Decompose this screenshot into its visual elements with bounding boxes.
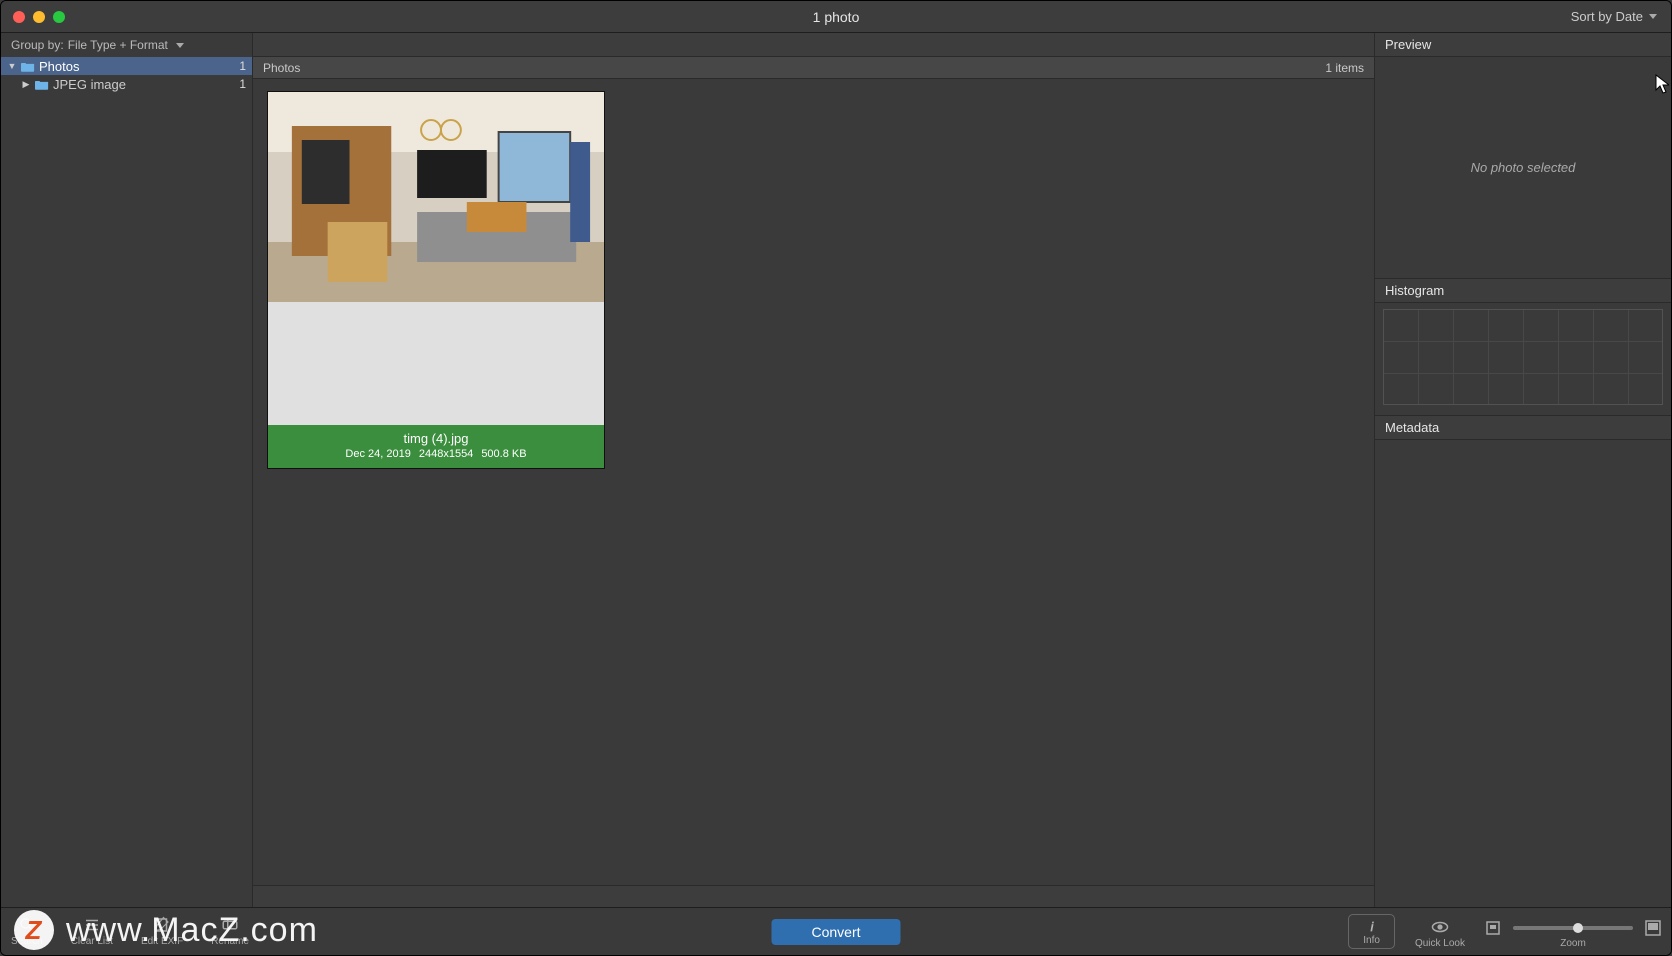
- sidebar: Group by: File Type + Format ▼ Photos 1 …: [1, 33, 253, 907]
- thumbnail-caption: timg (4).jpg Dec 24, 2019 2448x1554 500.…: [268, 425, 604, 468]
- histogram-panel-title: Histogram: [1375, 279, 1671, 303]
- group-by-value: File Type + Format: [68, 38, 168, 52]
- tool-label: Search: [11, 936, 43, 947]
- metadata-panel: [1375, 440, 1671, 907]
- quick-look-tool[interactable]: Quick Look: [1415, 918, 1465, 949]
- metadata-panel-title: Metadata: [1375, 416, 1671, 440]
- info-icon: i: [1364, 919, 1380, 935]
- thumbnail-filesize: 500.8 KB: [481, 448, 526, 460]
- folder-icon: [21, 61, 35, 72]
- tree-row-label: Photos: [39, 59, 239, 74]
- section-label: Photos: [263, 61, 300, 75]
- zoom-large-icon[interactable]: [1645, 920, 1661, 936]
- thumbnail-padding: [268, 302, 604, 425]
- tool-label: Clear List: [71, 936, 113, 947]
- preview-empty-state: No photo selected: [1375, 57, 1671, 279]
- rename-tool[interactable]: Rename: [211, 916, 249, 947]
- disclosure-triangle-icon[interactable]: ▼: [7, 61, 17, 71]
- rename-icon: [219, 916, 241, 934]
- thumbnail-date: Dec 24, 2019: [345, 448, 410, 460]
- content-area: Photos 1 items: [253, 33, 1375, 907]
- tool-label: Edit EXIF: [141, 936, 183, 947]
- bottom-toolbar: Search Clear List Edit EXIF Rename Conve…: [1, 907, 1671, 955]
- tree-row-photos[interactable]: ▼ Photos 1: [1, 57, 252, 75]
- preview-panel-title: Preview: [1375, 33, 1671, 57]
- folder-tree: ▼ Photos 1 ▶ JPEG image 1: [1, 57, 252, 907]
- close-button[interactable]: [13, 11, 25, 23]
- chevron-down-icon: [176, 43, 184, 48]
- window-controls: [1, 11, 65, 23]
- histogram-panel: [1375, 303, 1671, 416]
- content-footer: [253, 885, 1374, 907]
- clear-list-tool[interactable]: Clear List: [71, 916, 113, 947]
- svg-text:i: i: [1370, 920, 1373, 934]
- tree-row-count: 1: [239, 59, 246, 73]
- main-body: Group by: File Type + Format ▼ Photos 1 …: [1, 33, 1671, 907]
- tool-label: Rename: [211, 936, 249, 947]
- search-icon: [16, 916, 38, 934]
- sort-by-label: Sort by Date: [1571, 9, 1643, 24]
- histogram-grid: [1383, 309, 1663, 405]
- photo-image: [268, 92, 604, 302]
- right-tool-group: i Info Quick Look Zoom: [1348, 914, 1661, 949]
- list-icon: [81, 916, 103, 934]
- inspector: Preview No photo selected Histogram Meta…: [1375, 33, 1671, 907]
- tool-label: Info: [1363, 935, 1380, 946]
- left-tool-group: Search Clear List Edit EXIF Rename: [11, 916, 249, 947]
- content-header: [253, 33, 1374, 57]
- titlebar: 1 photo Sort by Date: [1, 1, 1671, 33]
- section-header: Photos 1 items: [253, 57, 1374, 79]
- minimize-button[interactable]: [33, 11, 45, 23]
- slider-knob[interactable]: [1573, 923, 1583, 933]
- group-by-prefix: Group by:: [11, 38, 64, 52]
- group-by-dropdown[interactable]: Group by: File Type + Format: [1, 33, 252, 57]
- disclosure-triangle-icon[interactable]: ▶: [21, 79, 31, 90]
- edit-exif-tool[interactable]: Edit EXIF: [141, 916, 183, 947]
- sort-by-dropdown[interactable]: Sort by Date: [1571, 9, 1671, 24]
- thumbnail-grid[interactable]: timg (4).jpg Dec 24, 2019 2448x1554 500.…: [253, 79, 1374, 885]
- edit-icon: [151, 916, 173, 934]
- zoom-slider[interactable]: [1513, 926, 1633, 930]
- tool-label: Quick Look: [1415, 938, 1465, 949]
- eye-icon: [1429, 918, 1451, 936]
- tree-row-jpeg[interactable]: ▶ JPEG image 1: [1, 75, 252, 93]
- thumbnail-dimensions: 2448x1554: [419, 448, 473, 460]
- app-window: 1 photo Sort by Date Group by: File Type…: [0, 0, 1672, 956]
- tree-row-label: JPEG image: [53, 77, 239, 92]
- zoom-small-icon[interactable]: [1485, 920, 1501, 936]
- tree-row-count: 1: [239, 77, 246, 91]
- window-title: 1 photo: [813, 9, 860, 25]
- tool-label: Zoom: [1560, 938, 1586, 949]
- zoom-control: Zoom: [1485, 920, 1661, 949]
- info-tool[interactable]: i Info: [1348, 914, 1395, 949]
- zoom-button[interactable]: [53, 11, 65, 23]
- photo-thumbnail[interactable]: timg (4).jpg Dec 24, 2019 2448x1554 500.…: [267, 91, 605, 469]
- search-tool[interactable]: Search: [11, 916, 43, 947]
- section-item-count: 1 items: [1325, 61, 1364, 75]
- thumbnail-filename: timg (4).jpg: [272, 431, 600, 446]
- chevron-down-icon: [1649, 14, 1657, 19]
- folder-icon: [35, 79, 49, 90]
- convert-button[interactable]: Convert: [771, 919, 900, 945]
